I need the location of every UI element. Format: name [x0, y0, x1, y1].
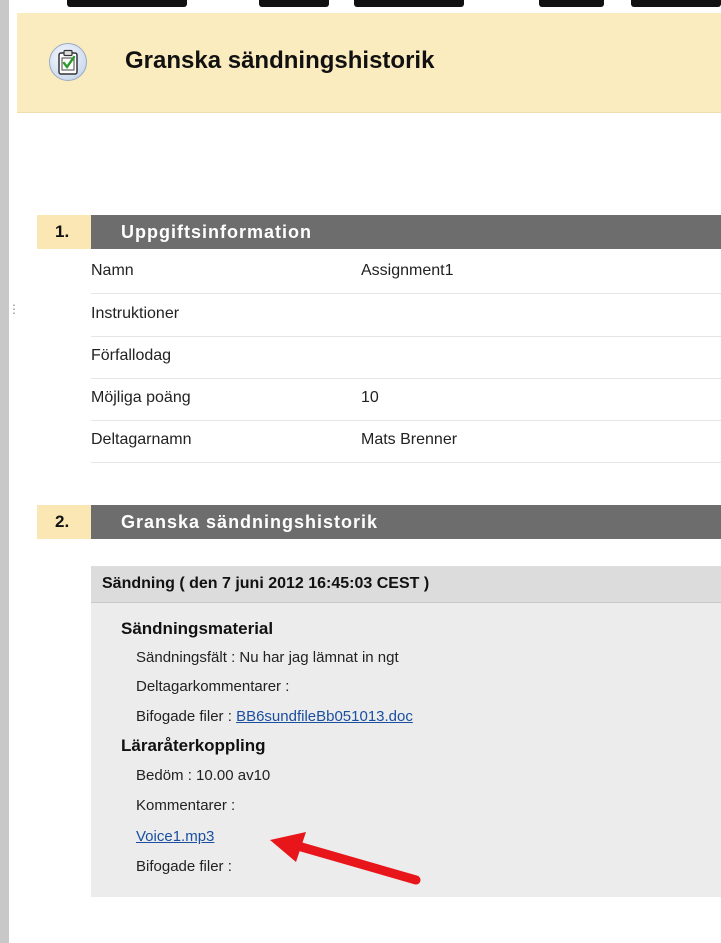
info-value: Assignment1	[361, 262, 454, 279]
collapse-handle-icon[interactable]: ⋮	[8, 303, 20, 315]
participant-comments-label: Deltagarkommentarer :	[136, 678, 290, 695]
left-rail	[0, 0, 9, 943]
info-row-instructions: Instruktioner	[91, 294, 721, 337]
info-row-name: Namn Assignment1	[91, 251, 721, 294]
submission-material-heading: Sändningsmaterial	[121, 619, 274, 638]
info-row-participant-name: Deltagarnamn Mats Brenner	[91, 420, 721, 463]
grade-text: Bedöm : 10.00 av10	[136, 767, 271, 784]
attached-file-link[interactable]: BB6sundfileBb051013.doc	[236, 708, 413, 725]
clipboard-check-icon	[49, 43, 87, 81]
page-header: Granska sändningshistorik	[17, 13, 721, 113]
section-header-submission-history: 2. Granska sändningshistorik	[37, 505, 721, 539]
page-title: Granska sändningshistorik	[125, 47, 435, 74]
attached-files-row: Bifogade filer : BB6sundfileBb051013.doc	[136, 708, 413, 725]
red-arrow-annotation	[270, 832, 421, 885]
section-title: Granska sändningshistorik	[91, 505, 721, 539]
info-label: Möjliga poäng	[91, 389, 191, 406]
comments-label: Kommentarer :	[136, 797, 236, 814]
feedback-attached-files-label: Bifogade filer :	[136, 858, 232, 875]
section-number: 1.	[37, 215, 91, 249]
submission-header: Sändning ( den 7 juni 2012 16:45:03 CEST…	[91, 566, 721, 603]
submission-heading: Sändning ( den 7 juni 2012 16:45:03 CEST…	[102, 575, 430, 592]
info-label: Namn	[91, 262, 134, 279]
info-label: Förfallodag	[91, 347, 172, 364]
teacher-feedback-heading: Läraråterkoppling	[121, 736, 266, 755]
info-label: Deltagarnamn	[91, 431, 192, 448]
voice-file-link[interactable]: Voice1.mp3	[136, 828, 214, 845]
info-row-possible-points: Möjliga poäng 10	[91, 378, 721, 421]
info-value: 10	[361, 389, 379, 406]
info-row-due-date: Förfallodag	[91, 336, 721, 379]
submission-field: Sändningsfält : Nu har jag lämnat in ngt	[136, 649, 399, 666]
attached-files-label: Bifogade filer :	[136, 708, 232, 725]
section-number: 2.	[37, 505, 91, 539]
info-value: Mats Brenner	[361, 431, 458, 448]
cropped-title-remnant	[9, 0, 721, 13]
section-title: Uppgiftsinformation	[91, 215, 721, 249]
info-label: Instruktioner	[91, 305, 180, 322]
section-header-assignment-info: 1. Uppgiftsinformation	[37, 215, 721, 249]
